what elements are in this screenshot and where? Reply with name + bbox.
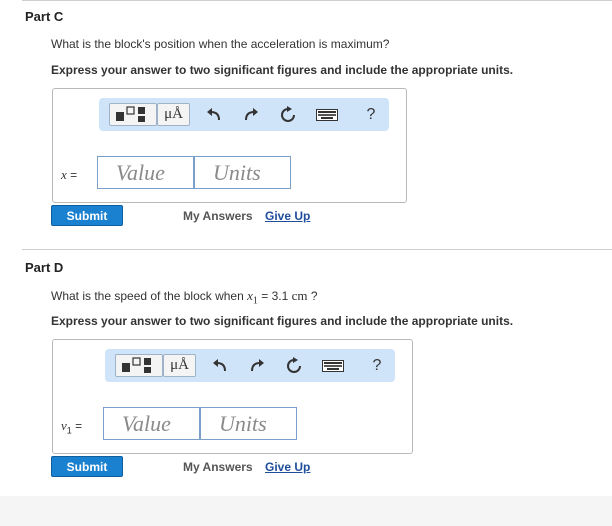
redo-icon[interactable] bbox=[240, 104, 262, 126]
part-c-var-symbol: x bbox=[61, 167, 67, 182]
part-d-answer-box: μÅ ? v1 = Value Units bbox=[52, 339, 413, 454]
part-d-question: What is the speed of the block when x1 =… bbox=[51, 288, 318, 306]
undo-icon[interactable] bbox=[203, 104, 225, 126]
page-footer-shade bbox=[0, 496, 612, 526]
template-icon bbox=[122, 357, 151, 373]
part-d-math-toolbar: μÅ ? bbox=[105, 349, 395, 382]
part-d-question-prefix: What is the speed of the block when bbox=[51, 289, 248, 303]
part-c-variable-label: x = bbox=[61, 167, 77, 183]
units-icon: μÅ bbox=[164, 106, 183, 122]
part-c-value-input[interactable]: Value bbox=[97, 156, 194, 189]
part-c-units-input[interactable]: Units bbox=[194, 156, 291, 189]
redo-icon[interactable] bbox=[246, 355, 268, 377]
part-d-question-unit: cm bbox=[291, 288, 308, 303]
part-d-instruction: Express your answer to two significant f… bbox=[51, 314, 514, 328]
units-button[interactable]: μÅ bbox=[157, 103, 190, 126]
part-d-var-eq: = bbox=[75, 419, 83, 433]
template-icon bbox=[116, 106, 145, 122]
part-d-question-suffix: ? bbox=[307, 289, 318, 303]
part-c-submit-button[interactable]: Submit bbox=[51, 205, 123, 226]
part-d-units-input[interactable]: Units bbox=[200, 407, 297, 440]
template-button[interactable] bbox=[109, 103, 157, 126]
template-button[interactable] bbox=[115, 354, 163, 377]
units-button[interactable]: μÅ bbox=[163, 354, 196, 377]
part-d-title: Part D bbox=[25, 260, 64, 275]
part-c-var-eq: = bbox=[70, 168, 78, 182]
keyboard-icon[interactable] bbox=[321, 355, 345, 377]
keyboard-icon[interactable] bbox=[315, 104, 339, 126]
part-d-var-sub: 1 bbox=[66, 425, 72, 436]
part-d-my-answers-link[interactable]: My Answers bbox=[183, 460, 253, 474]
part-c-give-up-link[interactable]: Give Up bbox=[265, 209, 310, 223]
part-d-give-up-link[interactable]: Give Up bbox=[265, 460, 310, 474]
part-c-my-answers-link[interactable]: My Answers bbox=[183, 209, 253, 223]
part-c-answer-box: μÅ ? x = Value Units bbox=[52, 88, 407, 203]
part-c-title: Part C bbox=[25, 9, 64, 24]
part-c-instruction: Express your answer to two significant f… bbox=[51, 63, 514, 77]
help-icon[interactable]: ? bbox=[360, 104, 382, 126]
undo-icon[interactable] bbox=[209, 355, 231, 377]
part-d-value-input[interactable]: Value bbox=[103, 407, 200, 440]
reset-icon[interactable] bbox=[277, 104, 299, 126]
units-icon: μÅ bbox=[170, 357, 189, 373]
part-c-math-toolbar: μÅ ? bbox=[99, 98, 389, 131]
part-d-submit-button[interactable]: Submit bbox=[51, 456, 123, 477]
part-d-variable-label: v1 = bbox=[61, 418, 82, 435]
reset-icon[interactable] bbox=[283, 355, 305, 377]
part-c-question: What is the block's position when the ac… bbox=[51, 37, 390, 51]
part-d-question-eq: = 3.1 bbox=[257, 289, 292, 303]
help-icon[interactable]: ? bbox=[366, 355, 388, 377]
top-divider bbox=[22, 0, 612, 1]
section-divider bbox=[22, 249, 612, 250]
